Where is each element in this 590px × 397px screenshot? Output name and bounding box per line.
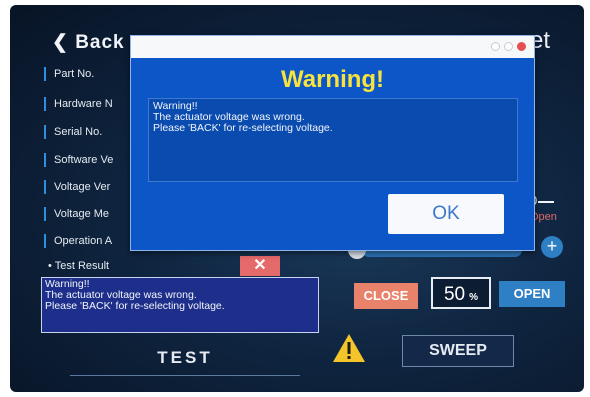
menu-item-marker (44, 180, 46, 194)
menu-item-label: Hardware N (54, 97, 113, 110)
dialog-titlebar (131, 36, 534, 58)
gauge-tick (538, 201, 554, 203)
close-icon[interactable] (517, 42, 526, 51)
menu-item-operation[interactable]: Operation A (44, 234, 112, 256)
percent-value: 50 (443, 284, 466, 305)
menu-item-part-no[interactable]: Part No. (44, 67, 94, 89)
warning-triangle-icon (332, 333, 366, 368)
open-button[interactable]: OPEN (499, 281, 565, 307)
sweep-button[interactable]: SWEEP (402, 335, 514, 367)
menu-item-label: Part No. (54, 67, 95, 80)
menu-item-label: Software Ve (54, 153, 114, 166)
ok-button[interactable]: OK (388, 194, 504, 234)
clear-result-button[interactable]: ✕ (240, 256, 280, 276)
warning-dialog: Warning! Warning!! The actuator voltage … (130, 35, 535, 251)
menu-item-label: Operation A (54, 234, 113, 247)
menu-item-marker (44, 125, 46, 139)
message-line: Please 'BACK' for re-selecting voltage. (153, 122, 333, 134)
percent-unit: % (469, 292, 479, 303)
menu-item-marker (44, 97, 46, 111)
menu-item-marker (44, 207, 46, 221)
menu-item-label: Voltage Ver (54, 180, 111, 193)
dialog-title: Warning! (280, 66, 385, 93)
menu-item-voltage-version[interactable]: Voltage Ver (44, 180, 110, 202)
device-screen: ❮ Back et Part No. Hardware N Serial No.… (10, 5, 584, 392)
menu-item-hardware[interactable]: Hardware N (44, 97, 113, 119)
dialog-message: Warning!! The actuator voltage was wrong… (148, 98, 518, 182)
maximize-icon[interactable] (504, 42, 513, 51)
increase-button[interactable]: + (541, 236, 563, 258)
close-button[interactable]: CLOSE (354, 283, 418, 309)
menu-item-voltage-measure[interactable]: Voltage Me (44, 207, 109, 229)
menu-item-marker (44, 153, 46, 167)
menu-item-serial-no[interactable]: Serial No. (44, 125, 102, 147)
test-result-message: Warning!! The actuator voltage was wrong… (41, 277, 319, 333)
test-result-label: • Test Result (48, 260, 110, 272)
back-button[interactable]: ❮ Back (52, 31, 125, 54)
test-button[interactable]: TEST (70, 340, 300, 376)
menu-item-label: Serial No. (54, 125, 103, 138)
menu-item-marker (44, 67, 46, 81)
minimize-icon[interactable] (491, 42, 500, 51)
menu-item-marker (44, 234, 46, 248)
menu-item-label: Voltage Me (54, 207, 110, 220)
menu-item-software[interactable]: Software Ve (44, 153, 113, 175)
percent-field[interactable]: 50% (431, 277, 491, 309)
message-line: Please 'BACK' for re-selecting voltage. (45, 300, 225, 312)
